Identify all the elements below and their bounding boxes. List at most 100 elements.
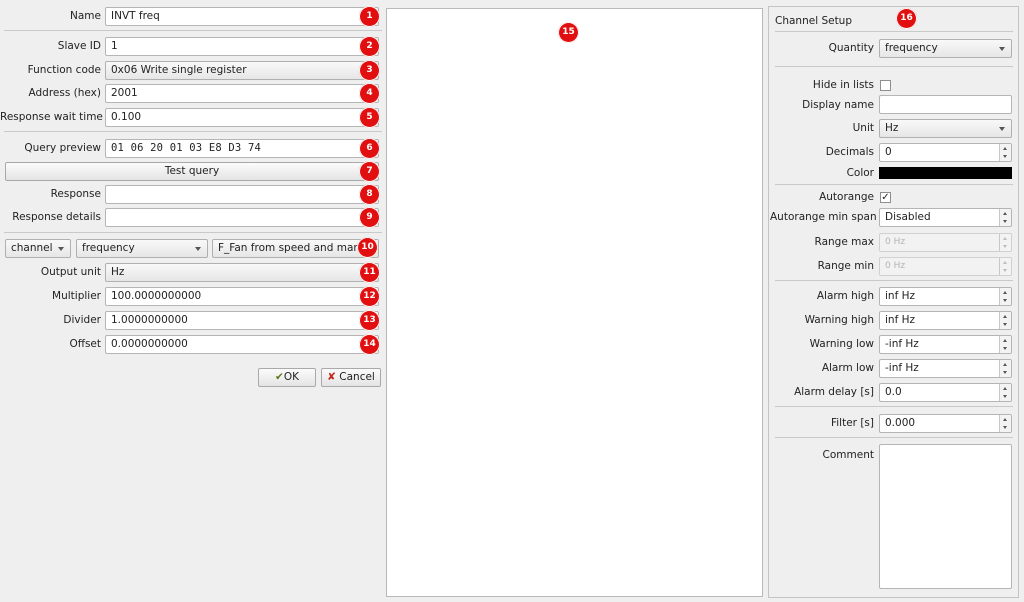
unit-select[interactable]: Hz — [879, 119, 1012, 138]
unit-label: Unit — [852, 122, 874, 134]
badge-16: 16 — [896, 8, 917, 29]
badge-10: 10 — [357, 237, 378, 258]
autorange-checkbox[interactable]: ✓ — [880, 192, 891, 203]
separator — [775, 184, 1013, 185]
chevron-down-icon — [999, 127, 1005, 131]
range-min-spinner — [999, 258, 1011, 275]
alarm-delay-value: 0.0 — [885, 386, 902, 398]
hide-in-lists-checkbox[interactable] — [880, 80, 891, 91]
checkmark-icon: ✔ — [275, 371, 284, 383]
separator — [4, 232, 382, 233]
chevron-down-icon — [999, 47, 1005, 51]
badge-14: 14 — [359, 334, 380, 355]
ok-button[interactable]: ✔OK — [258, 368, 316, 387]
unit-select-value: Hz — [885, 122, 899, 134]
cancel-button[interactable]: ✘ Cancel — [321, 368, 381, 387]
channel-quantity-select[interactable]: frequency — [879, 39, 1012, 58]
warning-low-label: Warning low — [809, 338, 874, 350]
slave-id-value: 1 — [111, 40, 118, 52]
warning-low-input[interactable]: -inf Hz — [879, 335, 1012, 354]
channel-select[interactable]: F_Fan from speed and manual — [212, 239, 379, 258]
cancel-icon: ✘ — [327, 371, 336, 383]
badge-8: 8 — [359, 184, 380, 205]
response-field — [105, 185, 379, 204]
channel-select-value: F_Fan from speed and manual — [218, 242, 377, 254]
wait-time-input[interactable]: 0.100 — [105, 108, 379, 127]
decimals-spinner[interactable] — [999, 144, 1011, 161]
alarm-low-input[interactable]: -inf Hz — [879, 359, 1012, 378]
channel-quantity-value: frequency — [885, 42, 938, 54]
decimals-label: Decimals — [825, 146, 874, 158]
wait-time-label: Response wait time — [0, 111, 103, 123]
display-name-label: Display name — [802, 99, 874, 111]
separator — [4, 131, 382, 132]
separator — [775, 31, 1013, 32]
decimals-value: 0 — [885, 146, 892, 158]
name-label: Name — [70, 10, 101, 22]
warning-high-spinner[interactable] — [999, 312, 1011, 329]
decimals-input[interactable]: 0 — [879, 143, 1012, 162]
display-name-input[interactable] — [879, 95, 1012, 114]
range-max-spinner — [999, 234, 1011, 251]
multiplier-input[interactable]: 100.0000000000 — [105, 287, 379, 306]
address-label: Address (hex) — [28, 87, 102, 99]
warning-low-value: -inf Hz — [885, 338, 919, 350]
offset-input[interactable]: 0.0000000000 — [105, 335, 379, 354]
function-code-label: Function code — [27, 64, 101, 76]
function-code-select[interactable]: 0x06 Write single register — [105, 61, 379, 80]
slave-id-label: Slave ID — [57, 40, 101, 52]
response-label: Response — [50, 188, 101, 200]
filter-value: 0.000 — [885, 417, 916, 429]
badge-12: 12 — [359, 286, 380, 307]
badge-13: 13 — [359, 310, 380, 331]
output-unit-label: Output unit — [40, 266, 101, 278]
wait-time-value: 0.100 — [111, 111, 142, 123]
warning-high-input[interactable]: inf Hz — [879, 311, 1012, 330]
filter-label: Filter [s] — [830, 417, 874, 429]
range-max-input: 0 Hz — [879, 233, 1012, 252]
chevron-down-icon — [195, 247, 201, 251]
filter-spinner[interactable] — [999, 415, 1011, 432]
quantity-select[interactable]: frequency — [76, 239, 208, 258]
channel-setup-title: Channel Setup — [775, 15, 853, 27]
alarm-delay-label: Alarm delay [s] — [794, 386, 874, 398]
range-min-value: 0 Hz — [885, 261, 906, 271]
type-select[interactable]: channel — [5, 239, 71, 258]
alarm-high-input[interactable]: inf Hz — [879, 287, 1012, 306]
output-unit-select[interactable]: Hz — [105, 263, 379, 282]
slave-id-input[interactable]: 1 — [105, 37, 379, 56]
separator — [775, 280, 1013, 281]
color-swatch[interactable] — [879, 167, 1012, 179]
autorange-min-span-value: Disabled — [885, 211, 931, 223]
divider-label: Divider — [63, 314, 101, 326]
color-label: Color — [846, 167, 874, 179]
alarm-delay-spinner[interactable] — [999, 384, 1011, 401]
badge-4: 4 — [359, 83, 380, 104]
range-max-label: Range max — [814, 236, 875, 248]
autorange-min-span-label: Autorange min span — [770, 211, 877, 223]
alarm-high-spinner[interactable] — [999, 288, 1011, 305]
offset-label: Offset — [69, 338, 101, 350]
badge-6: 6 — [359, 138, 380, 159]
alarm-delay-input[interactable]: 0.0 — [879, 383, 1012, 402]
range-min-label: Range min — [817, 260, 874, 272]
min-span-spinner[interactable] — [999, 209, 1011, 226]
warning-low-spinner[interactable] — [999, 336, 1011, 353]
alarm-low-value: -inf Hz — [885, 362, 919, 374]
query-preview-field: 01 06 20 01 03 E8 D3 74 — [105, 139, 379, 158]
range-min-input: 0 Hz — [879, 257, 1012, 276]
autorange-min-span-input[interactable]: Disabled — [879, 208, 1012, 227]
alarm-low-spinner[interactable] — [999, 360, 1011, 377]
warning-high-value: inf Hz — [885, 314, 916, 326]
divider-input[interactable]: 1.0000000000 — [105, 311, 379, 330]
warning-high-label: Warning high — [804, 314, 874, 326]
name-input[interactable]: INVT freq — [105, 7, 379, 26]
separator — [775, 406, 1013, 407]
test-query-button[interactable]: Test query — [5, 162, 379, 181]
address-input[interactable]: 2001 — [105, 84, 379, 103]
comment-textarea[interactable] — [879, 444, 1012, 589]
badge-1: 1 — [359, 6, 380, 27]
filter-input[interactable]: 0.000 — [879, 414, 1012, 433]
preview-panel — [386, 8, 763, 597]
badge-5: 5 — [359, 107, 380, 128]
